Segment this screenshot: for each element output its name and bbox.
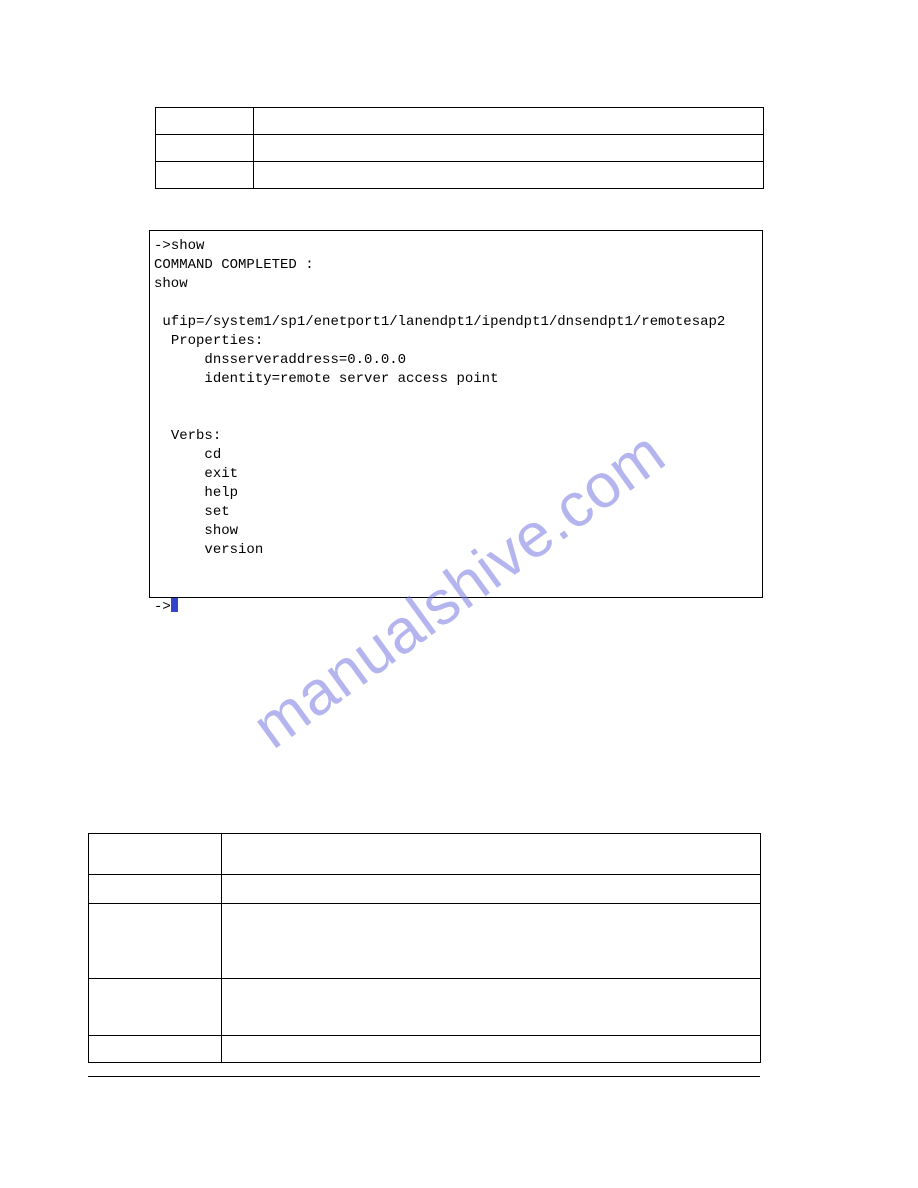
table-row: [89, 875, 761, 904]
table-row: [156, 135, 764, 162]
status-line: COMMAND COMPLETED :: [154, 257, 314, 273]
verb-line: show: [204, 523, 238, 539]
small-table: [155, 107, 764, 189]
table-row: [89, 1036, 761, 1063]
prompt: ->: [154, 238, 171, 254]
table-row: [89, 979, 761, 1036]
cell: [156, 108, 254, 135]
ufip-label: ufip=: [162, 314, 204, 330]
cell: [254, 108, 764, 135]
cell: [156, 162, 254, 189]
cursor-icon: [171, 598, 178, 612]
verbs-heading: Verbs:: [171, 428, 221, 444]
document-page: ->show COMMAND COMPLETED : show ufip=/sy…: [0, 0, 918, 1188]
cell: [222, 834, 761, 875]
cell: [89, 875, 222, 904]
terminal-text: ->show COMMAND COMPLETED : show ufip=/sy…: [150, 231, 762, 623]
cell: [156, 135, 254, 162]
cell: [89, 1036, 222, 1063]
verb-line: exit: [204, 466, 238, 482]
cell: [222, 979, 761, 1036]
property-line: identity=remote server access point: [204, 371, 498, 387]
cell: [89, 834, 222, 875]
large-table: [88, 833, 761, 1063]
table-row: [156, 162, 764, 189]
cell: [222, 875, 761, 904]
table-row: [89, 834, 761, 875]
verb-line: set: [204, 504, 229, 520]
verb-line: cd: [204, 447, 221, 463]
table-row: [89, 904, 761, 979]
property-line: dnsserveraddress=0.0.0.0: [204, 352, 406, 368]
table-row: [156, 108, 764, 135]
cell: [254, 135, 764, 162]
command-echo: show: [154, 276, 188, 292]
cell: [89, 979, 222, 1036]
ufip-path: /system1/sp1/enetport1/lanendpt1/ipendpt…: [204, 314, 725, 330]
cell: [89, 904, 222, 979]
prompt: ->: [154, 599, 171, 615]
cell: [222, 904, 761, 979]
footer-divider: [88, 1076, 760, 1077]
properties-heading: Properties:: [171, 333, 263, 349]
verb-line: version: [204, 542, 263, 558]
command-entered: show: [171, 238, 205, 254]
terminal-output: ->show COMMAND COMPLETED : show ufip=/sy…: [149, 230, 763, 598]
cell: [254, 162, 764, 189]
cell: [222, 1036, 761, 1063]
verb-line: help: [204, 485, 238, 501]
